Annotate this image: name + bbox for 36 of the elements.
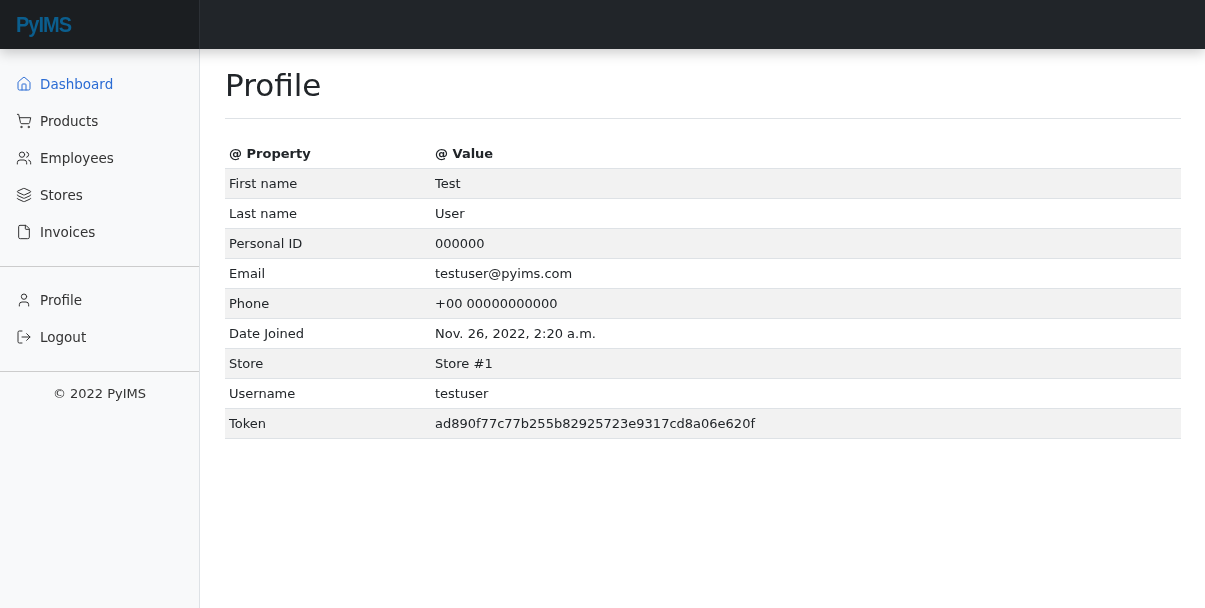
layers-icon — [16, 186, 32, 203]
table-cell: +00 00000000000 — [431, 288, 1181, 319]
column-header: @ Property — [225, 139, 431, 169]
table-cell: testuser@pyims.com — [431, 258, 1181, 289]
table-cell: Store #1 — [431, 348, 1181, 379]
column-header: @ Value — [431, 139, 1181, 169]
table-cell: testuser — [431, 378, 1181, 409]
table-cell: Phone — [225, 288, 431, 319]
person-icon — [16, 291, 32, 308]
logout-icon — [16, 328, 32, 345]
table-cell: Test — [431, 168, 1181, 199]
table-cell: Store — [225, 348, 431, 379]
home-icon — [16, 75, 32, 92]
sidebar-item[interactable]: Invoices — [0, 213, 199, 250]
table-cell: Username — [225, 378, 431, 409]
sidebar-item[interactable]: Logout — [0, 318, 199, 355]
table-cell: Last name — [225, 198, 431, 229]
table-cell: User — [431, 198, 1181, 229]
table-cell: Personal ID — [225, 228, 431, 259]
sidebar-item[interactable]: Products — [0, 102, 199, 139]
sidebar-item[interactable]: Profile — [0, 281, 199, 318]
cart-icon — [16, 112, 32, 129]
table-cell: 000000 — [431, 228, 1181, 259]
table-cell: ad890f77c77b255b82925723e9317cd8a06e620f — [431, 408, 1181, 439]
users-icon — [16, 149, 32, 166]
table-cell: Date Joined — [225, 318, 431, 349]
copyright-text: © 2022 PyIMS — [52, 386, 147, 401]
sidebar-item[interactable]: Employees — [0, 139, 199, 176]
table-cell: Email — [225, 258, 431, 289]
sidebar-item[interactable]: Dashboard — [0, 65, 199, 102]
page-title: Profile — [225, 67, 1181, 119]
sidebar-item[interactable]: Stores — [0, 176, 199, 213]
table-cell: Nov. 26, 2022, 2:20 a.m. — [431, 318, 1181, 349]
table-cell: First name — [225, 168, 431, 199]
file-icon — [16, 223, 32, 240]
table-cell: Token — [225, 408, 431, 439]
